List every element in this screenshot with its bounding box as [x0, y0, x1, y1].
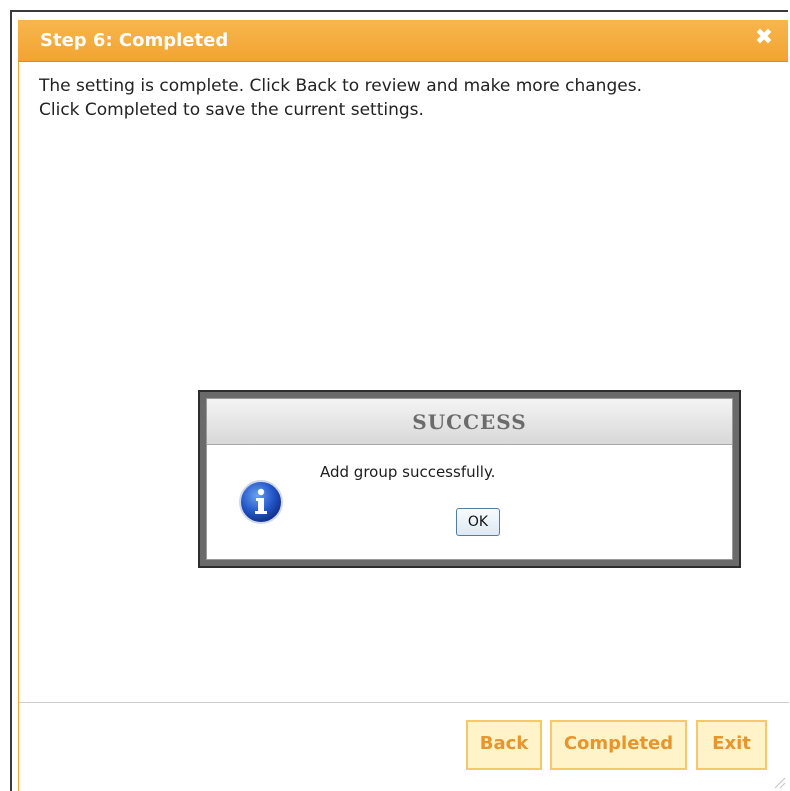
footer-divider — [19, 702, 789, 703]
page: Step 6: Completed ✖ The setting is compl… — [0, 0, 790, 791]
resize-grip-icon[interactable] — [772, 775, 786, 789]
close-icon[interactable]: ✖ — [752, 26, 776, 50]
dialog-titlebar: Step 6: Completed ✖ — [18, 20, 788, 62]
exit-button[interactable]: Exit — [696, 720, 767, 770]
success-message: Add group successfully. — [320, 463, 496, 481]
dialog-title: Step 6: Completed — [40, 30, 229, 51]
info-icon — [239, 480, 283, 524]
completed-button[interactable]: Completed — [550, 720, 687, 770]
instructions-text: The setting is complete. Click Back to r… — [39, 74, 759, 122]
instruction-line-2: Click Completed to save the current sett… — [39, 100, 424, 120]
back-button[interactable]: Back — [466, 720, 542, 770]
success-modal: SUCCESS Add group successfully. OK — [198, 390, 741, 568]
instruction-line-1: The setting is complete. Click Back to r… — [39, 76, 642, 96]
success-modal-title: SUCCESS — [207, 399, 732, 445]
success-modal-panel: SUCCESS Add group successfully. OK — [206, 398, 733, 560]
ok-button[interactable]: OK — [456, 508, 500, 536]
